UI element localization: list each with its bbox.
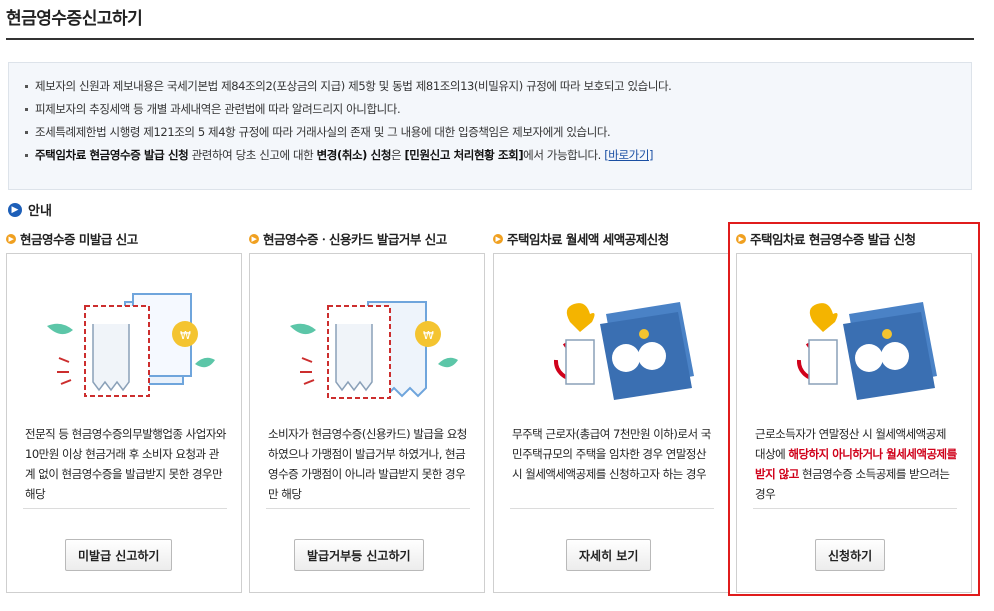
card-description: 소비자가 현금영수증(신용카드) 발급을 요청하였으나 가맹점이 발급거부 하였…	[268, 427, 467, 501]
page-title: 현금영수증신고하기	[6, 9, 143, 29]
card-divider	[753, 508, 957, 509]
bullet-arrow-icon: ▶	[6, 233, 16, 244]
card-rent-receipt: 근로소득자가 연말정산 시 월세액세액공제 대상에 해당하지 아니하거나 월세세…	[736, 253, 972, 593]
notice-emphasis: 주택임차료 현금영수증 발급 신청	[35, 148, 189, 162]
guide-heading: ▶ 안내	[8, 200, 52, 219]
notice-emphasis: 변경(취소) 신청	[316, 148, 392, 162]
card-description: 무주택 근로자(총급여 7천만원 이하)로서 국민주택규모의 주택을 임차한 경…	[512, 427, 711, 481]
bullet-arrow-icon: ▶	[249, 233, 259, 244]
notice-line: 제보자의 신원과 제보내용은 국세기본법 제84조의2(포상금의 지급) 제5항…	[25, 75, 957, 98]
title-divider	[6, 38, 974, 40]
rent-credit-detail-button[interactable]: 자세히 보기	[566, 539, 652, 571]
card-description: 근로소득자가 연말정산 시 월세액세액공제 대상에 해당하지 아니하거나 월세세…	[755, 424, 957, 504]
page: 현금영수증신고하기 제보자의 신원과 제보내용은 국세기본법 제84조의2(포상…	[0, 0, 994, 611]
card-title-text: 주택임차료 현금영수증 발급 신청	[750, 232, 916, 247]
notice-line: 조세특례제한법 시행령 제121조의 5 제4항 규정에 따라 거래사실의 존재…	[25, 121, 957, 144]
notice-text: 에서 가능합니다.	[523, 148, 605, 162]
card-title-text: 주택임차료 월세액 세액공제신청	[507, 232, 669, 247]
bullet-arrow-icon: ▶	[493, 233, 503, 244]
card-divider	[510, 508, 714, 509]
receipt-illustration: ₩	[290, 301, 458, 399]
rent-envelope-illustration	[553, 302, 694, 400]
card-title-text: 현금영수증 미발급 신고	[20, 232, 138, 247]
card-title-refusal: ▶ 현금영수증ㆍ신용카드 발급거부 신고	[249, 229, 447, 248]
card-unissued-report: ₩ 전문직 등 현금영수증의무발행업종 사업자와 10만원 이상 현금거래 후 …	[6, 253, 242, 593]
notice-line: 주택임차료 현금영수증 발급 신청 관련하여 당초 신고에 대한 변경(취소) …	[25, 144, 957, 167]
bullet-arrow-icon: ▶	[736, 233, 746, 244]
card-title-rent-credit: ▶ 주택임차료 월세액 세액공제신청	[493, 229, 669, 248]
card-title-text: 현금영수증ㆍ신용카드 발급거부 신고	[263, 232, 447, 247]
card-rent-credit: 무주택 근로자(총급여 7천만원 이하)로서 국민주택규모의 주택을 임차한 경…	[493, 253, 729, 593]
shortcut-link[interactable]: [바로가기]	[604, 148, 653, 162]
card-divider	[23, 508, 227, 509]
unissued-report-button[interactable]: 미발급 신고하기	[65, 539, 173, 571]
notice-emphasis: [민원신고 처리현황 조회]	[404, 148, 524, 162]
rent-envelope-illustration	[796, 302, 937, 400]
arrow-right-icon: ▶	[8, 202, 22, 217]
notice-text: 은	[391, 148, 405, 162]
card-divider	[266, 508, 470, 509]
card-title-unissued: ▶ 현금영수증 미발급 신고	[6, 229, 138, 248]
receipt-illustration: ₩	[47, 293, 215, 397]
svg-text:₩: ₩	[423, 329, 434, 342]
card-refusal-report: ₩ 소비자가 현금영수증(신용카드) 발급을 요청하였으나 가맹점이 발급거부 …	[249, 253, 485, 593]
card-title-rent-receipt: ▶ 주택임차료 현금영수증 발급 신청	[736, 229, 916, 248]
apply-button[interactable]: 신청하기	[815, 539, 886, 571]
svg-text:₩: ₩	[180, 329, 191, 342]
notice-text: 관련하여 당초 신고에 대한	[188, 148, 317, 162]
notice-line: 피제보자의 추징세액 등 개별 과세내역은 관련법에 따라 알려드리지 아니합니…	[25, 98, 957, 121]
notice-box: 제보자의 신원과 제보내용은 국세기본법 제84조의2(포상금의 지급) 제5항…	[8, 62, 972, 190]
card-description: 전문직 등 현금영수증의무발행업종 사업자와 10만원 이상 현금거래 후 소비…	[25, 427, 227, 501]
guide-title-text: 안내	[28, 204, 52, 219]
refusal-report-button[interactable]: 발급거부등 신고하기	[294, 539, 424, 571]
